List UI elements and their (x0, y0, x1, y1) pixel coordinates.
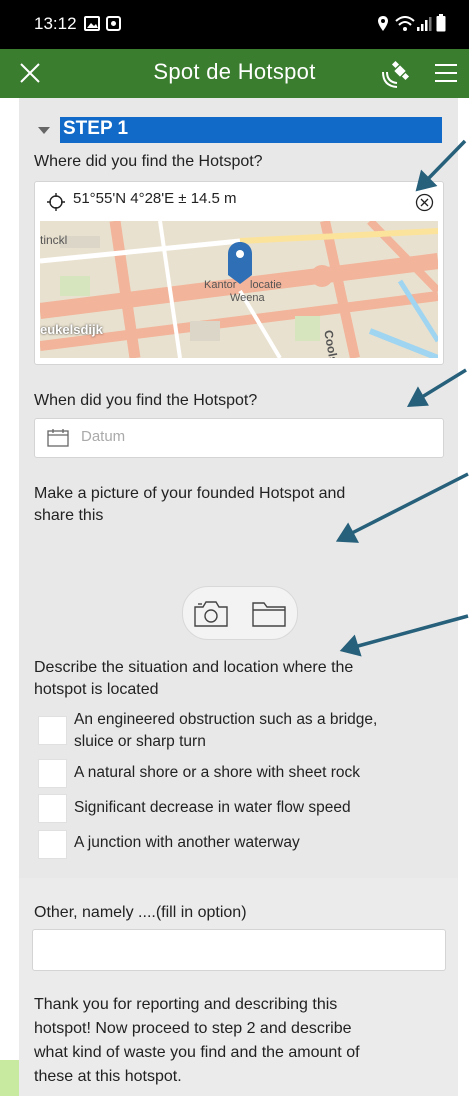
annotation-arrow-4 (339, 614, 469, 657)
